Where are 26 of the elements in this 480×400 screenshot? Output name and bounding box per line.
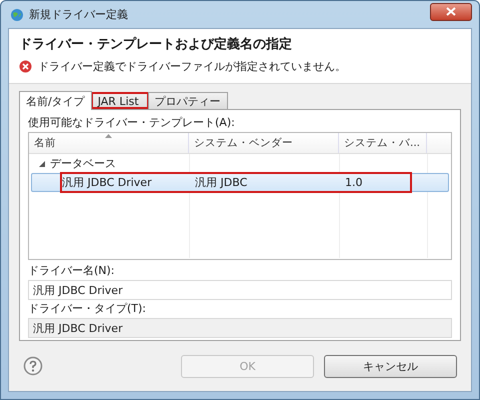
column-header[interactable]: システム・バ... xyxy=(339,133,427,153)
tab[interactable]: プロパティー xyxy=(148,92,228,109)
tab[interactable]: 名前/タイプ xyxy=(19,91,92,110)
sort-icon xyxy=(105,134,112,138)
error-message: ドライバー定義でドライバーファイルが指定されていません。 xyxy=(38,59,346,74)
close-icon xyxy=(446,7,456,16)
tree-item[interactable]: データベース xyxy=(50,156,116,171)
table-row[interactable]: 汎用 JDBC Driver 汎用 JDBC 1.0 xyxy=(31,173,449,192)
page-title: ドライバー・テンプレートおよび定義名の指定 xyxy=(19,36,293,53)
table-cell-text: 汎用 JDBC xyxy=(194,175,248,190)
dialog-button[interactable]: キャンセル xyxy=(324,354,457,378)
column-header[interactable]: システム・ベンダー xyxy=(189,133,339,153)
help-icon[interactable] xyxy=(23,356,43,376)
field-label: ドライバー・タイプ(T): xyxy=(28,301,148,317)
field-label: 使用可能なドライバー・テンプレート(A): xyxy=(28,115,236,131)
table-cell-text: 汎用 JDBC Driver xyxy=(61,175,153,190)
driver-type-field[interactable]: 汎用 JDBC Driver xyxy=(28,318,452,338)
window-title: 新規ドライバー定義 xyxy=(29,7,128,22)
close-button[interactable] xyxy=(430,2,472,20)
field-label: ドライバー名(N): xyxy=(28,263,116,279)
tab[interactable]: JAR List xyxy=(90,92,149,109)
globe-icon xyxy=(10,8,24,22)
driver-name-field[interactable]: 汎用 JDBC Driver xyxy=(28,280,452,300)
table-cell-text: 1.0 xyxy=(344,176,364,189)
expand-icon[interactable] xyxy=(39,160,45,166)
error-icon xyxy=(19,60,32,73)
